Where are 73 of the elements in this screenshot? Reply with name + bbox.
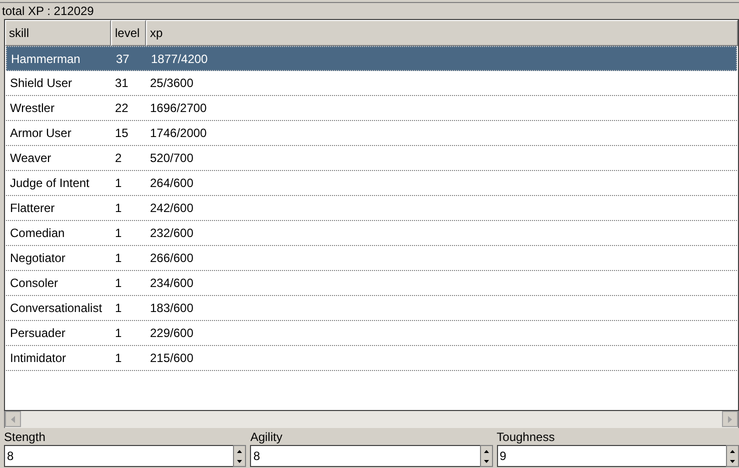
table-cell: 1 [115,201,122,215]
table-cell: 1 [115,301,122,315]
table-cell: Flatterer [10,201,55,215]
table-cell: 1 [115,351,122,365]
column-header[interactable]: level [111,20,146,46]
table-row[interactable]: Hammerman 37 1877/4200 [6,46,737,71]
right-arrow-icon [728,416,732,422]
table-cell: 15 [115,126,128,140]
table-cell: 242/600 [150,201,194,215]
up-arrow-icon [237,450,242,452]
down-arrow-icon [730,460,735,462]
table-cell: 1 [115,276,122,290]
table-cell: 22 [115,101,128,115]
table-cell: Intimidator [10,351,66,365]
spinner-buttons[interactable] [726,445,739,467]
column-header[interactable]: skill [5,20,111,46]
table-row[interactable]: Persuader 1 229/600 [6,321,737,346]
table-cell: 2 [115,151,122,165]
column-header[interactable]: xp [146,20,738,46]
table-cell: Persuader [10,326,66,340]
spinner-buttons[interactable] [233,445,246,467]
table-cell: 234/600 [150,276,194,290]
table-cell: Judge of Intent [10,176,90,190]
table-cell: 232/600 [150,226,194,240]
table-row[interactable]: Weaver 2 520/700 [6,146,737,171]
table-cell: 264/600 [150,176,194,190]
attribute-label: Stength [3,429,46,445]
table-row[interactable]: Consoler 1 234/600 [6,271,737,296]
table-cell: Wrestler [10,101,54,115]
number-field[interactable]: 8 [250,445,480,467]
table-cell: Shield User [10,76,72,90]
table-cell: Negotiator [10,251,66,265]
table-row[interactable]: Armor User 15 1746/2000 [6,121,737,146]
table-cell: 1696/2700 [150,101,207,115]
table-row[interactable]: Intimidator 1 215/600 [6,346,737,371]
total-xp-label: total XP : 212029 [1,3,94,19]
table-row[interactable]: Shield User 31 25/3600 [6,71,737,96]
table-cell: 1 [115,226,122,240]
down-arrow-icon [237,460,242,462]
table-cell: Consoler [10,276,58,290]
table-cell: 1 [115,326,122,340]
table-cell: Comedian [10,226,65,240]
table-row[interactable]: Negotiator 1 266/600 [6,246,737,271]
table-row[interactable]: Wrestler 22 1696/2700 [6,96,737,121]
up-arrow-icon [484,450,489,452]
attribute-label: Toughness [496,429,555,445]
table-cell: 1 [115,251,122,265]
table-cell: 229/600 [150,326,194,340]
table-cell: 25/3600 [150,76,194,90]
number-field[interactable]: 8 [4,445,234,467]
spinner-buttons[interactable] [480,445,493,467]
table-cell: 1746/2000 [150,126,207,140]
table-row[interactable]: Comedian 1 232/600 [6,221,737,246]
table-cell: Weaver [10,151,52,165]
down-arrow-icon [484,460,489,462]
table-cell: 1 [115,176,122,190]
table-row[interactable]: Conversationalist 1 183/600 [6,296,737,321]
table-cell: Hammerman [11,52,80,66]
table-cell: 31 [115,76,128,90]
number-field[interactable]: 9 [496,445,726,467]
table-cell: Conversationalist [10,301,102,315]
table-cell: 520/700 [150,151,194,165]
table-cell: 215/600 [150,351,194,365]
table-cell: 183/600 [150,301,194,315]
up-arrow-icon [730,450,735,452]
left-arrow-icon [11,416,15,422]
attribute-label: Agility [249,429,282,445]
table-cell: 37 [116,52,130,66]
table-cell: 266/600 [150,251,194,265]
table-cell: Armor User [10,126,72,140]
table-row[interactable]: Judge of Intent 1 264/600 [6,171,737,196]
table-cell: 1877/4200 [151,52,208,66]
table-row[interactable]: Flatterer 1 242/600 [6,196,737,221]
